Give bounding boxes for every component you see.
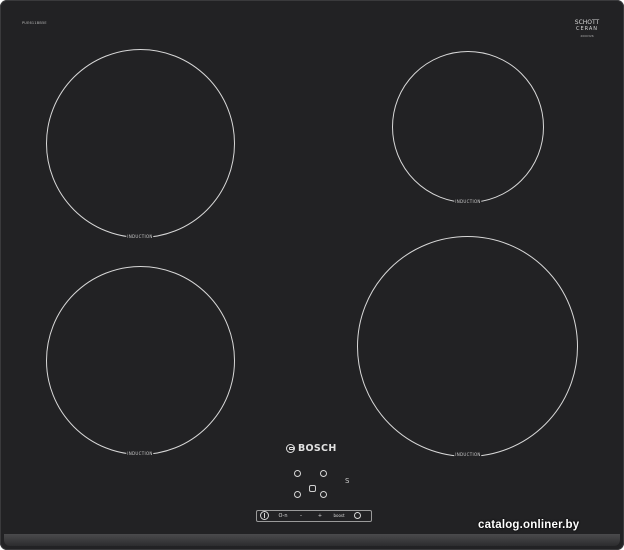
zone-label-top-left: INDUCTION	[126, 234, 154, 239]
timer-icon[interactable]	[354, 512, 361, 519]
ceran-code: 2000326	[580, 34, 594, 38]
schott-ceran-logo: SCHOTT CERAN 2000326	[570, 20, 604, 40]
zone-select-front-left[interactable]	[294, 491, 301, 498]
zone-label-bottom-left: INDUCTION	[126, 451, 154, 456]
model-code: PUE611BB5E	[22, 21, 47, 25]
zone-select-front-right[interactable]	[320, 491, 327, 498]
cooktop-surface: PUE611BB5E SCHOTT CERAN 2000326 INDUCTIO…	[0, 0, 624, 550]
zone-label-top-right: INDUCTION	[454, 199, 482, 204]
cooking-zone-bottom-left	[46, 266, 235, 455]
watermark-text: catalog.onliner.by	[478, 519, 580, 531]
cooking-zone-bottom-right	[357, 236, 578, 457]
key-lock-button[interactable]: O-n	[276, 510, 290, 522]
cooking-zone-top-left	[46, 49, 235, 238]
zone-label-bottom-right: INDUCTION	[454, 452, 482, 457]
bosch-logo-icon	[286, 443, 295, 453]
side-symbol: S	[345, 477, 350, 485]
plus-button[interactable]: +	[315, 510, 325, 522]
minus-button[interactable]: –	[296, 510, 306, 522]
zone-select-rear-left[interactable]	[294, 470, 301, 477]
zone-layout-icon	[309, 485, 316, 492]
boost-button[interactable]: boost	[329, 510, 349, 522]
zone-select-rear-right[interactable]	[320, 470, 327, 477]
bosch-brand: BOSCH	[286, 441, 340, 455]
front-frame-edge	[4, 534, 620, 546]
brand-name: BOSCH	[298, 442, 337, 454]
cooking-zone-top-right	[392, 51, 544, 203]
power-icon-stem	[264, 513, 265, 518]
